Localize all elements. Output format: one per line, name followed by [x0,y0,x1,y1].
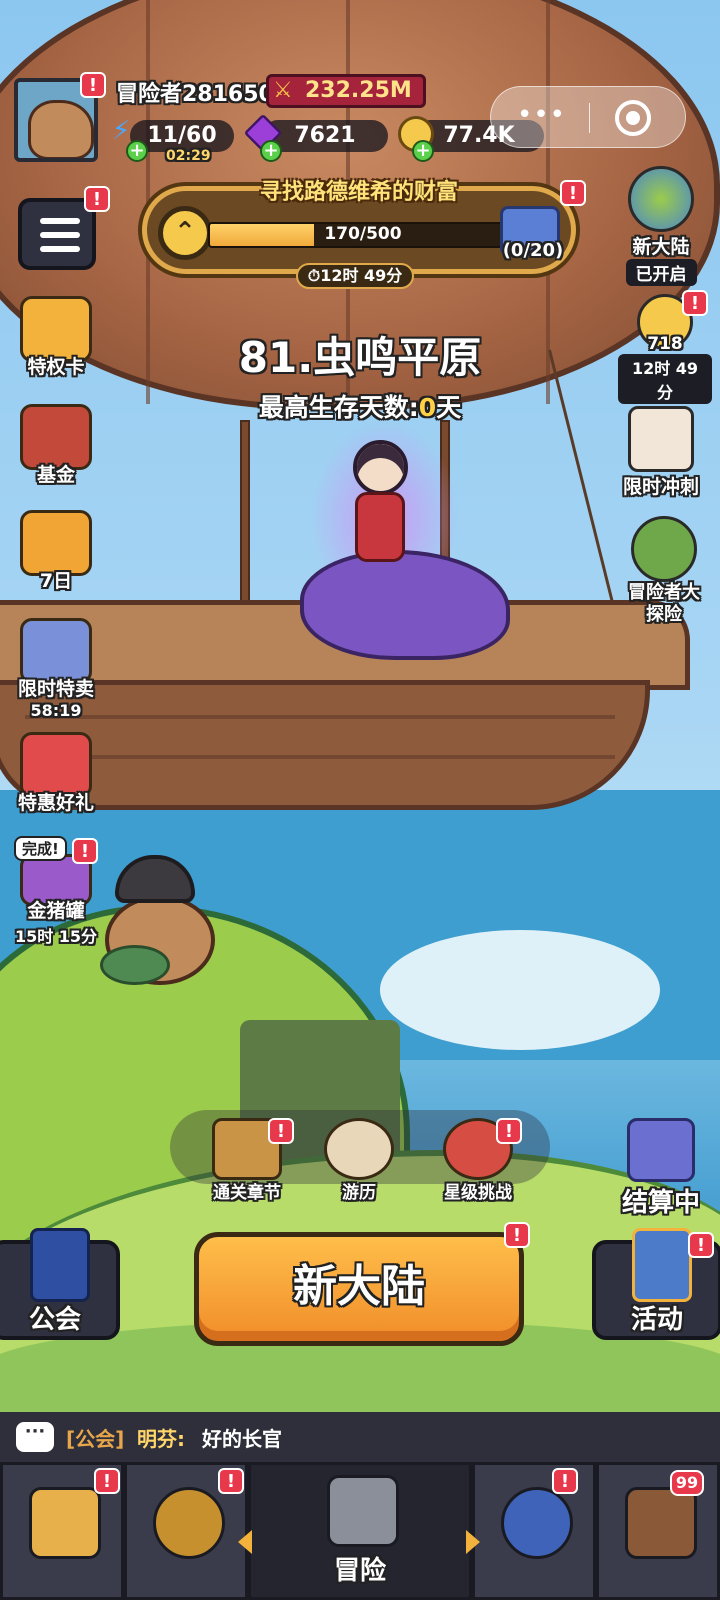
add-gold-button[interactable]: + [412,140,434,162]
miniprogram-capsule[interactable]: ••• [490,86,686,148]
crossed-swords-icon [327,1475,399,1547]
new-continent-main-button[interactable]: 新大陆 [194,1232,524,1346]
cloud [380,930,660,1050]
tab-adventure[interactable]: 冒险 [248,1462,472,1600]
alert-badge: ! [218,1468,244,1494]
sword-icon: ⚔ [273,78,293,103]
quest-title: 寻找路德维希的财富 [259,180,458,205]
hero-on-dragon[interactable] [300,420,520,680]
alert-badge: ! [268,1118,294,1144]
calendar-icon [628,406,694,472]
inventory-count-badge: 99 [670,1470,704,1496]
shop-icon [29,1487,101,1559]
player-name: 冒险者281650 [116,82,274,107]
alert-badge: ! [496,1118,522,1144]
arrow-up-icon [501,1487,573,1559]
more-icon[interactable]: ••• [517,102,566,128]
capybara-adventurer [95,855,225,985]
arrow-right-icon [466,1530,480,1554]
combat-power: ⚔ 232.25M [266,74,426,108]
privilege-card-button[interactable]: 特权卡 [6,296,106,379]
crown-banner-icon [30,1228,90,1302]
alert-badge: ! [84,186,110,212]
survival-record: 最高生存天数:0天 [258,393,462,422]
new-continent-button[interactable]: 新大陆 已开启 [614,166,708,286]
alert-badge: ! [688,1232,714,1258]
travel-button[interactable]: 游历 [304,1118,414,1203]
seven-day-button[interactable]: 7日 [6,510,106,593]
gift-count: (0/20) [502,240,564,261]
shield-crown-icon [632,1228,692,1302]
flash-sale-button[interactable]: 限时特卖 58:19 [6,618,106,720]
chat-bubble-icon: ··· [16,1422,54,1452]
quest-timer: ⏱12时 49分 [296,263,414,289]
add-stamina-button[interactable]: + [126,140,148,162]
alert-badge: ! [72,838,98,864]
lightning-icon: ⚡ [112,116,131,146]
gems-value: 7621 [294,123,356,148]
chat-channel: [公会] [66,1427,125,1451]
alert-badge: ! [552,1468,578,1494]
chat-bar[interactable]: ··· [公会] 明芬: 好的长官 [0,1412,720,1462]
alert-badge: ! [80,72,106,98]
fund-button[interactable]: 基金 [6,404,106,487]
crossed-swords-icon [627,1118,695,1182]
treasure-chest-icon [625,1487,697,1559]
combat-power-value: 232.25M [305,78,412,103]
alert-badge: ! [682,290,708,316]
time-rush-button[interactable]: 限时冲刺 [614,406,708,499]
menu-icon [40,218,80,224]
battle-settlement-button[interactable]: 结算中 [606,1118,716,1219]
stamina-value: 11/60 [147,123,217,148]
add-gems-button[interactable]: + [260,140,282,162]
stamina-timer: 02:29 [166,148,211,164]
compass-badge-icon [631,516,697,582]
helmet-icon [153,1487,225,1559]
close-target-icon[interactable] [615,100,651,136]
chat-sender: 明芬: [137,1427,185,1451]
guild-button[interactable]: 公会 [0,1228,120,1340]
alert-badge: ! [560,180,586,206]
chat-message: 好的长官 [202,1427,282,1451]
stage-title: 81.虫鸣平原 [238,333,482,382]
capybara-avatar-icon [28,100,94,158]
alert-badge: ! [94,1468,120,1494]
quest-progress-text: 170/500 [324,224,402,244]
compass-icon: ⌃ [158,206,212,260]
done-bubble: 完成! [14,836,67,861]
globe-icon [628,166,694,232]
treasure-quest-banner[interactable]: 寻找路德维希的财富 ⌃ 170/500 (0/20) ⏱12时 49分 [128,166,590,290]
alert-badge: ! [504,1222,530,1248]
arrow-left-icon [238,1530,252,1554]
special-gift-button[interactable]: 特惠好礼 [6,732,106,815]
compass-icon [324,1118,394,1180]
adventure-explore-button[interactable]: 冒险者大探险 [614,516,714,626]
